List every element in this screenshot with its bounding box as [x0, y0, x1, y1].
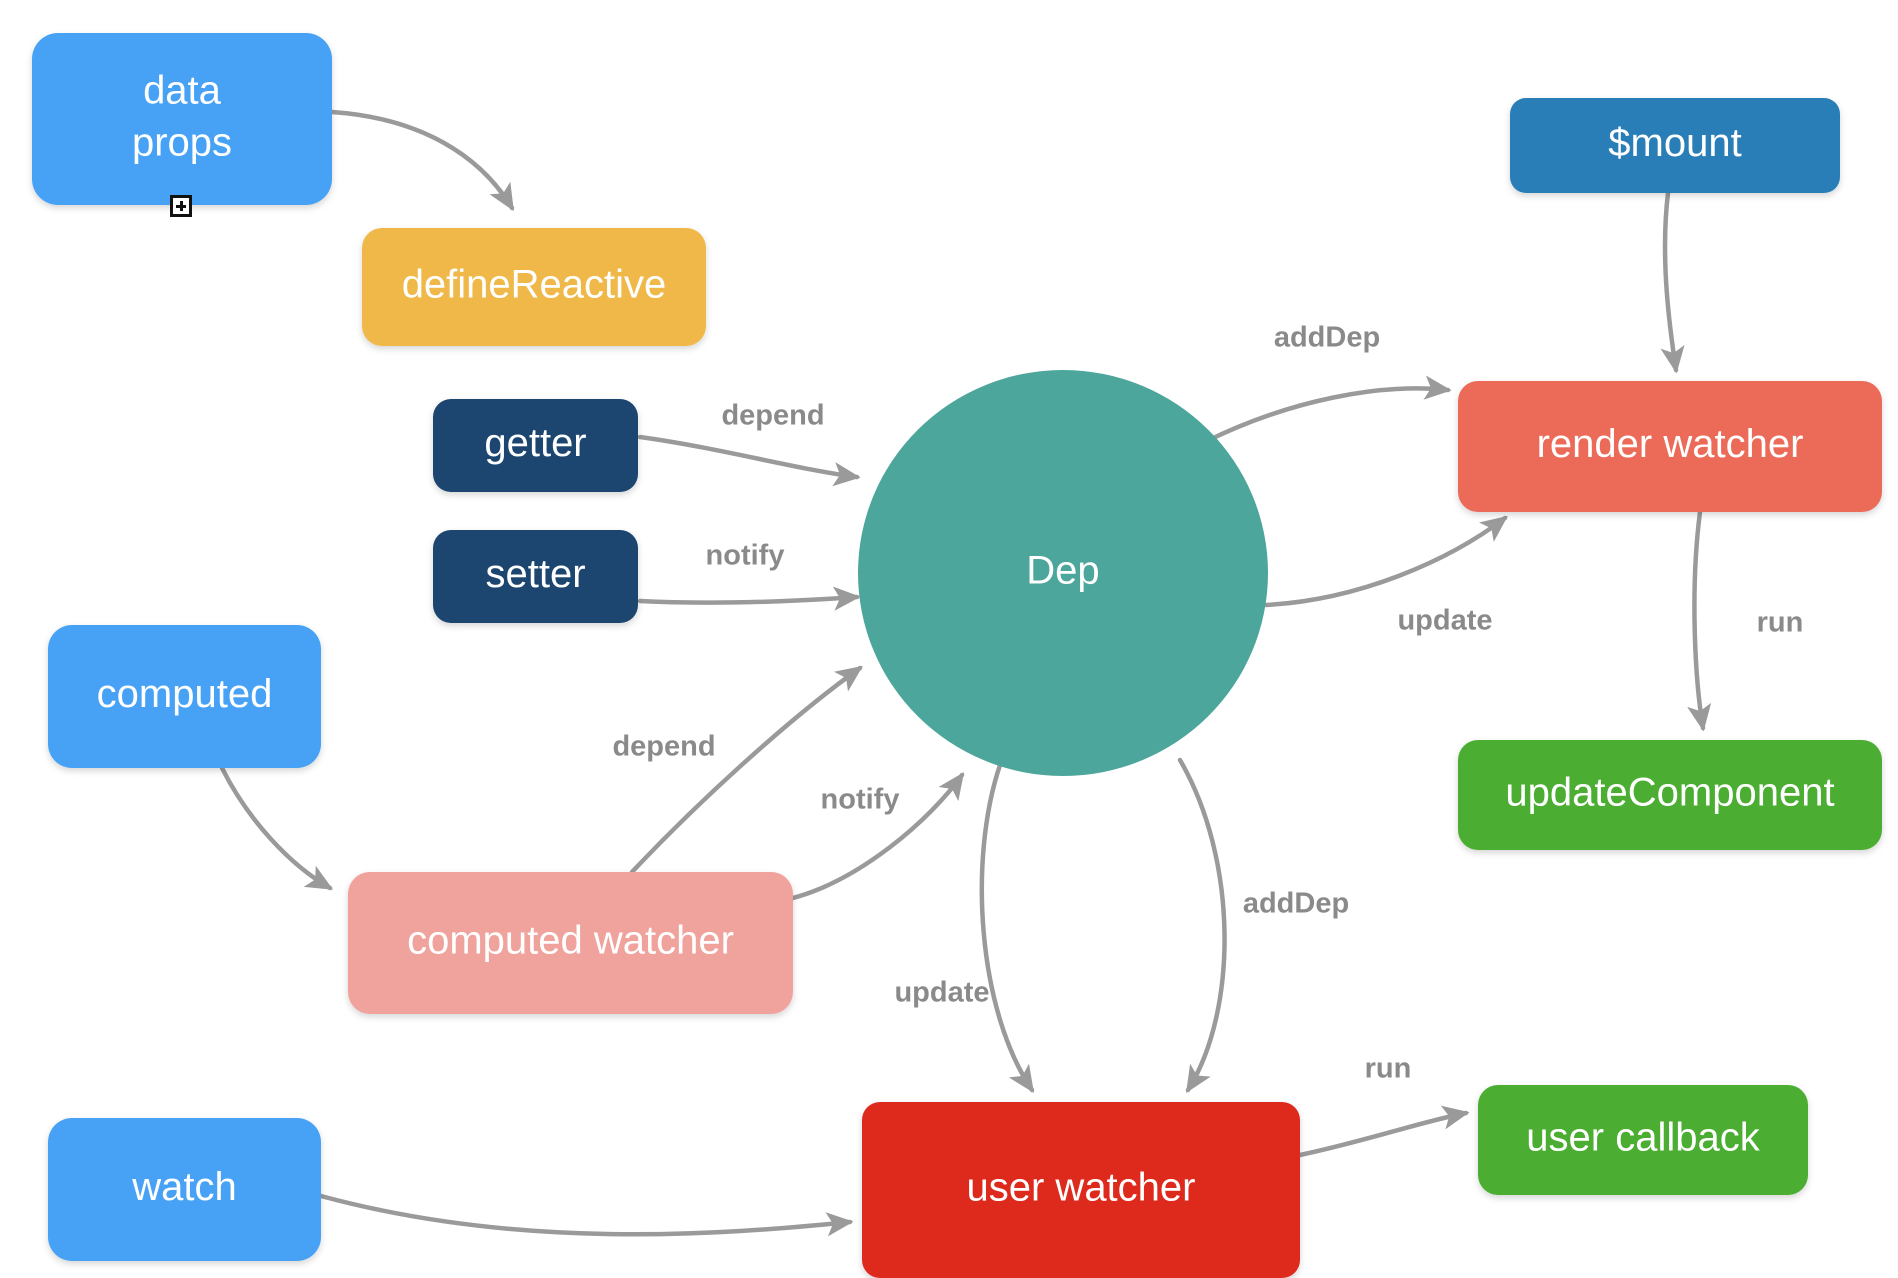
node-label-user-watcher: user watcher	[967, 1166, 1196, 1210]
edge-label-render-watcher-to-update-component: run	[1757, 607, 1804, 639]
node-setter[interactable]: setter	[433, 530, 638, 623]
node-label-update-component: updateComponent	[1505, 771, 1834, 815]
edge-setter-to-dep	[637, 586, 861, 611]
edge-mount-to-render-watcher	[1660, 190, 1685, 374]
node-user-watcher[interactable]: user watcher	[862, 1102, 1300, 1278]
edge-label-dep-to-user-watcher-update: update	[894, 977, 989, 1009]
edge-render-watcher-to-update-component	[1687, 509, 1712, 732]
edge-watch-to-user-watcher	[318, 1193, 854, 1237]
edge-label-dep-to-user-watcher-adddep: addDep	[1243, 888, 1349, 920]
node-label-data-props: data	[143, 69, 222, 113]
node-computed[interactable]: computed	[48, 625, 321, 768]
crosshair-cursor	[170, 195, 192, 217]
edge-computed-watcher-to-dep-depend	[629, 665, 863, 875]
edge-computed-to-computed-watcher	[219, 765, 334, 891]
edge-dep-to-user-watcher-update	[979, 762, 1035, 1093]
edge-label-computed-watcher-to-dep-depend: depend	[612, 731, 715, 763]
edge-data-props-to-define-reactive	[329, 109, 515, 212]
edge-label-user-watcher-to-user-callback: run	[1365, 1053, 1412, 1085]
node-label-data-props: props	[132, 121, 232, 165]
node-data-props[interactable]: data props	[32, 33, 332, 205]
node-dep[interactable]: Dep	[858, 370, 1268, 776]
node-mount[interactable]: $mount	[1510, 98, 1840, 193]
diagram-canvas: data props defineReactive getter setter compu…	[0, 0, 1898, 1278]
node-render-watcher[interactable]: render watcher	[1458, 381, 1882, 512]
node-label-watch: watch	[131, 1165, 237, 1209]
node-computed-watcher[interactable]: computed watcher	[348, 872, 793, 1014]
diagram-svg: data props defineReactive getter setter compu…	[32, 33, 1882, 1278]
node-update-component[interactable]: updateComponent	[1458, 740, 1882, 850]
node-label-mount: $mount	[1608, 121, 1741, 165]
edge-dep-to-render-watcher-adddep	[1202, 375, 1452, 445]
node-label-computed-watcher: computed watcher	[407, 919, 734, 963]
node-label-define-reactive: defineReactive	[402, 263, 667, 307]
node-label-user-callback: user callback	[1526, 1116, 1760, 1160]
edge-getter-to-dep	[637, 434, 861, 487]
edge-label-dep-to-render-watcher-update: update	[1397, 605, 1492, 637]
edge-label-getter-to-dep: depend	[721, 400, 824, 432]
node-label-render-watcher: render watcher	[1537, 422, 1804, 466]
node-label-dep: Dep	[1026, 549, 1099, 593]
node-label-setter: setter	[485, 552, 585, 596]
edge-label-setter-to-dep: notify	[706, 540, 785, 572]
edge-user-watcher-to-user-callback	[1297, 1105, 1470, 1158]
node-label-getter: getter	[484, 421, 586, 465]
edge-dep-to-render-watcher-update	[1263, 515, 1508, 608]
edge-label-dep-to-render-watcher-adddep: addDep	[1274, 322, 1380, 354]
node-define-reactive[interactable]: defineReactive	[362, 228, 706, 346]
nodes-layer: data props defineReactive getter setter compu…	[32, 33, 1882, 1278]
node-getter[interactable]: getter	[433, 399, 638, 492]
node-user-callback[interactable]: user callback	[1478, 1085, 1808, 1195]
edge-dep-to-user-watcher-adddep	[1177, 757, 1227, 1094]
node-shape-data-props	[32, 33, 332, 205]
node-label-computed: computed	[97, 672, 273, 716]
edge-label-computed-watcher-to-dep-notify: notify	[821, 784, 900, 816]
node-watch[interactable]: watch	[48, 1118, 321, 1261]
